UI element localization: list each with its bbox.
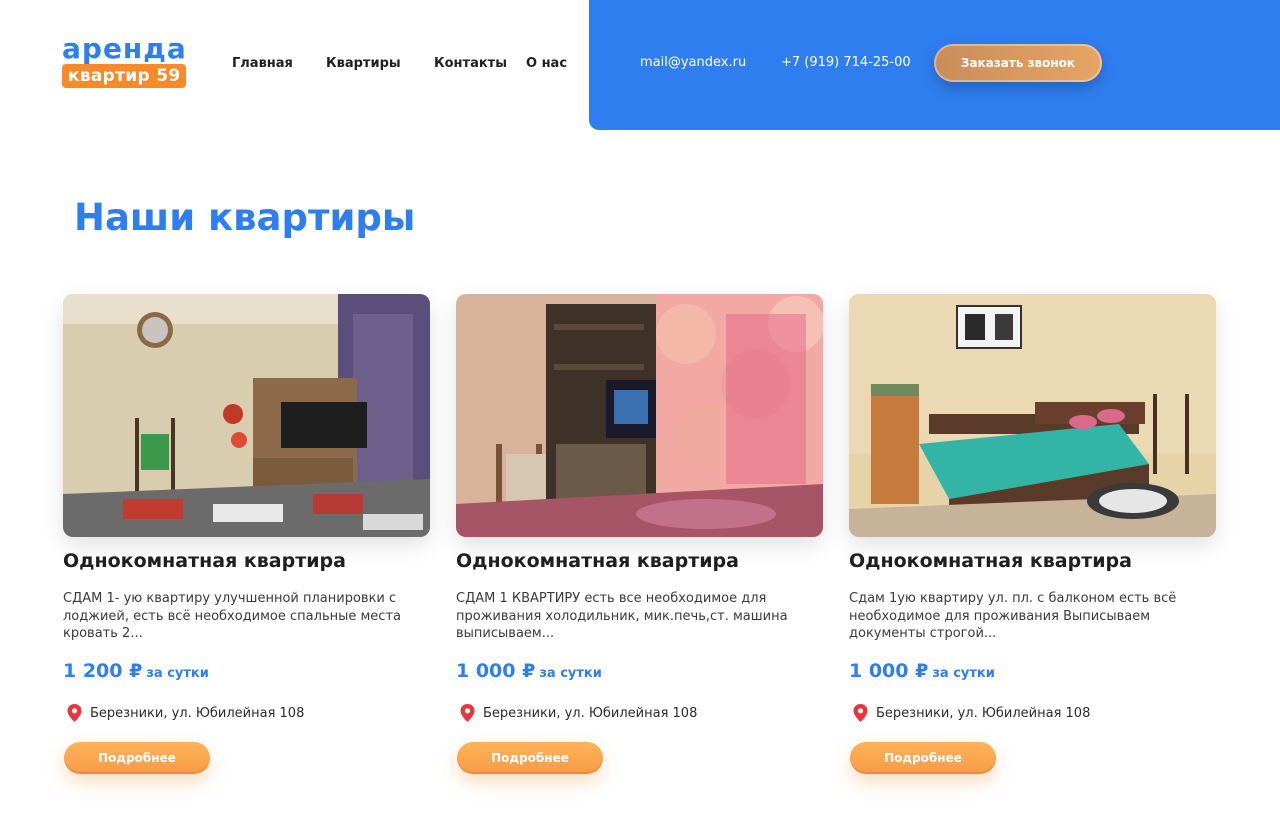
price-unit: за сутки	[146, 666, 209, 681]
apartment-address: Березники, ул. Юбилейная 108	[460, 704, 697, 722]
apartment-photo[interactable]	[63, 294, 430, 537]
apartment-photo-image	[849, 294, 1216, 537]
price-value: 1 200 ₽	[63, 660, 143, 682]
order-call-button[interactable]: Заказать звонок	[934, 44, 1102, 82]
page-title: Наши квартиры	[74, 196, 416, 239]
details-button[interactable]: Подробнее	[64, 742, 210, 774]
apartment-title[interactable]: Однокомнатная квартира	[63, 549, 346, 573]
address-text: Березники, ул. Юбилейная 108	[876, 705, 1091, 721]
apartment-card: Однокомнатная квартира СДАМ 1- ую кварти…	[63, 294, 430, 794]
nav-item-home[interactable]: Главная	[232, 56, 293, 72]
address-text: Березники, ул. Юбилейная 108	[483, 705, 698, 721]
header-email[interactable]: mail@yandex.ru	[640, 55, 746, 71]
details-button[interactable]: Подробнее	[457, 742, 603, 774]
apartment-description: СДАМ 1 КВАРТИРУ есть все необходимое для…	[456, 591, 788, 641]
apartment-photo-image	[63, 294, 430, 537]
apartment-description: СДАМ 1- ую квартиру улучшенной планировк…	[63, 591, 401, 641]
header-phone[interactable]: +7 (919) 714-25-00	[781, 55, 911, 71]
apartment-photo[interactable]	[849, 294, 1216, 537]
apartment-card: Однокомнатная квартира СДАМ 1 КВАРТИРУ е…	[456, 294, 823, 794]
apartment-price: 1 000 ₽ за сутки	[849, 660, 995, 682]
apartment-price: 1 200 ₽ за сутки	[63, 660, 209, 682]
location-pin-icon	[67, 704, 82, 722]
apartment-description: Сдам 1ую квартиру ул. пл. с балконом ест…	[849, 591, 1177, 641]
logo-line2: квартир 59	[62, 64, 187, 88]
apartment-title[interactable]: Однокомнатная квартира	[456, 549, 739, 573]
nav-item-about[interactable]: О нас	[526, 56, 567, 72]
price-unit: за сутки	[932, 666, 995, 681]
location-pin-icon	[853, 704, 868, 722]
price-value: 1 000 ₽	[456, 660, 536, 682]
apartment-card: Однокомнатная квартира Сдам 1ую квартиру…	[849, 294, 1216, 794]
details-button[interactable]: Подробнее	[850, 742, 996, 774]
logo-line1: аренда	[62, 32, 187, 65]
nav-item-apartments[interactable]: Квартиры	[326, 56, 401, 72]
apartment-title[interactable]: Однокомнатная квартира	[849, 549, 1132, 573]
apartment-address: Березники, ул. Юбилейная 108	[67, 704, 304, 722]
address-text: Березники, ул. Юбилейная 108	[90, 705, 305, 721]
price-value: 1 000 ₽	[849, 660, 929, 682]
apartment-address: Березники, ул. Юбилейная 108	[853, 704, 1090, 722]
apartment-photo[interactable]	[456, 294, 823, 537]
nav-item-contacts[interactable]: Контакты	[434, 56, 507, 72]
price-unit: за сутки	[539, 666, 602, 681]
apartment-photo-image	[456, 294, 823, 537]
apartment-price: 1 000 ₽ за сутки	[456, 660, 602, 682]
location-pin-icon	[460, 704, 475, 722]
site-logo[interactable]: аренда квартир 59	[62, 32, 194, 91]
